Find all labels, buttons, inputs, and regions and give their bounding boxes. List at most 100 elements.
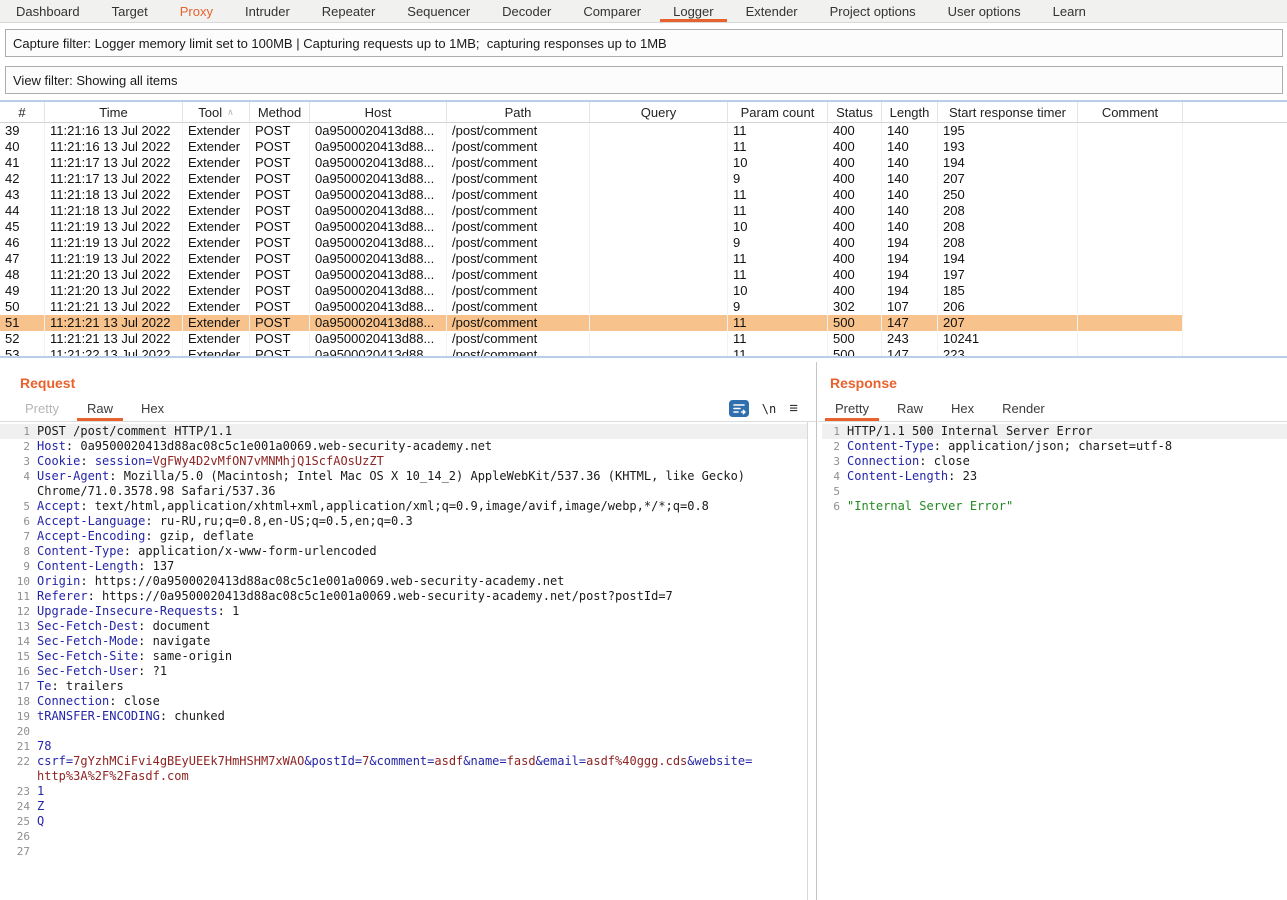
table-cell[interactable]: [590, 219, 728, 235]
table-cell[interactable]: POST: [250, 219, 310, 235]
table-cell[interactable]: 42: [0, 171, 45, 187]
table-cell[interactable]: [590, 123, 728, 139]
table-cell[interactable]: POST: [250, 251, 310, 267]
column-header-status[interactable]: Status: [828, 102, 882, 122]
table-cell[interactable]: Extender: [183, 267, 250, 283]
table-cell[interactable]: [590, 155, 728, 171]
table-cell[interactable]: 0a9500020413d88...: [310, 267, 447, 283]
column-header-host[interactable]: Host: [310, 102, 447, 122]
table-cell[interactable]: 400: [828, 219, 882, 235]
tab-user-options[interactable]: User options: [932, 0, 1037, 22]
table-cell[interactable]: /post/comment: [447, 251, 590, 267]
tab-logger[interactable]: Logger: [657, 0, 729, 22]
table-cell[interactable]: POST: [250, 139, 310, 155]
table-cell[interactable]: 194: [938, 251, 1078, 267]
table-cell[interactable]: 49: [0, 283, 45, 299]
table-cell[interactable]: [590, 171, 728, 187]
tab-comparer[interactable]: Comparer: [567, 0, 657, 22]
table-cell[interactable]: [590, 187, 728, 203]
table-cell[interactable]: 140: [882, 187, 938, 203]
table-cell[interactable]: Extender: [183, 155, 250, 171]
table-cell[interactable]: POST: [250, 299, 310, 315]
table-cell[interactable]: 400: [828, 235, 882, 251]
column-header-time[interactable]: Time: [45, 102, 183, 122]
tab-decoder[interactable]: Decoder: [486, 0, 567, 22]
table-cell[interactable]: 302: [828, 299, 882, 315]
table-cell[interactable]: [1078, 267, 1183, 283]
table-cell[interactable]: Extender: [183, 139, 250, 155]
table-cell[interactable]: 208: [938, 219, 1078, 235]
table-cell[interactable]: 208: [938, 235, 1078, 251]
tab-learn[interactable]: Learn: [1037, 0, 1102, 22]
table-cell[interactable]: 11:21:21 13 Jul 2022: [45, 331, 183, 347]
table-cell[interactable]: 11: [728, 139, 828, 155]
request-editor[interactable]: 1POST /post/comment HTTP/1.12Host: 0a950…: [0, 422, 808, 900]
table-cell[interactable]: /post/comment: [447, 283, 590, 299]
table-cell[interactable]: [590, 331, 728, 347]
table-cell[interactable]: 11:21:21 13 Jul 2022: [45, 315, 183, 331]
table-cell[interactable]: 400: [828, 187, 882, 203]
table-cell[interactable]: 207: [938, 315, 1078, 331]
table-cell[interactable]: Extender: [183, 235, 250, 251]
table-cell[interactable]: 500: [828, 315, 882, 331]
tab-render[interactable]: Render: [988, 396, 1059, 421]
table-cell[interactable]: 0a9500020413d88...: [310, 187, 447, 203]
table-cell[interactable]: 11: [728, 203, 828, 219]
table-cell[interactable]: POST: [250, 123, 310, 139]
table-cell[interactable]: POST: [250, 155, 310, 171]
table-cell[interactable]: 400: [828, 283, 882, 299]
table-cell[interactable]: 0a9500020413d88...: [310, 155, 447, 171]
table-cell[interactable]: 193: [938, 139, 1078, 155]
table-cell[interactable]: 50: [0, 299, 45, 315]
table-cell[interactable]: 140: [882, 171, 938, 187]
newline-toggle-icon[interactable]: \n: [762, 402, 776, 416]
table-cell[interactable]: /post/comment: [447, 299, 590, 315]
table-cell[interactable]: /post/comment: [447, 203, 590, 219]
table-row[interactable]: 4611:21:19 13 Jul 2022ExtenderPOST0a9500…: [0, 235, 1183, 251]
table-cell[interactable]: [1078, 171, 1183, 187]
table-cell[interactable]: [590, 347, 728, 358]
table-cell[interactable]: 11: [728, 347, 828, 358]
table-cell[interactable]: 11:21:19 13 Jul 2022: [45, 251, 183, 267]
table-cell[interactable]: POST: [250, 187, 310, 203]
table-cell[interactable]: 400: [828, 267, 882, 283]
table-cell[interactable]: 43: [0, 187, 45, 203]
table-cell[interactable]: [1078, 155, 1183, 171]
table-cell[interactable]: [590, 267, 728, 283]
table-cell[interactable]: 41: [0, 155, 45, 171]
table-cell[interactable]: Extender: [183, 251, 250, 267]
table-cell[interactable]: POST: [250, 315, 310, 331]
table-cell[interactable]: 11:21:18 13 Jul 2022: [45, 203, 183, 219]
column-header-method[interactable]: Method: [250, 102, 310, 122]
column-header-path[interactable]: Path: [447, 102, 590, 122]
table-cell[interactable]: /post/comment: [447, 267, 590, 283]
table-cell[interactable]: [1078, 347, 1183, 358]
table-cell[interactable]: 11:21:19 13 Jul 2022: [45, 219, 183, 235]
table-cell[interactable]: 53: [0, 347, 45, 358]
table-cell[interactable]: [1078, 251, 1183, 267]
table-cell[interactable]: [1078, 235, 1183, 251]
table-cell[interactable]: Extender: [183, 331, 250, 347]
table-cell[interactable]: 51: [0, 315, 45, 331]
table-cell[interactable]: 11: [728, 187, 828, 203]
table-cell[interactable]: 0a9500020413d88...: [310, 251, 447, 267]
table-cell[interactable]: 194: [882, 235, 938, 251]
table-cell[interactable]: 11:21:16 13 Jul 2022: [45, 139, 183, 155]
column-header-length[interactable]: Length: [882, 102, 938, 122]
table-cell[interactable]: Extender: [183, 283, 250, 299]
table-row[interactable]: 4511:21:19 13 Jul 2022ExtenderPOST0a9500…: [0, 219, 1183, 235]
table-row[interactable]: 4811:21:20 13 Jul 2022ExtenderPOST0a9500…: [0, 267, 1183, 283]
table-cell[interactable]: 10: [728, 155, 828, 171]
table-cell[interactable]: 11:21:21 13 Jul 2022: [45, 299, 183, 315]
table-cell[interactable]: 400: [828, 251, 882, 267]
table-row[interactable]: 4411:21:18 13 Jul 2022ExtenderPOST0a9500…: [0, 203, 1183, 219]
column-header-start-response-timer[interactable]: Start response timer: [938, 102, 1078, 122]
tab-repeater[interactable]: Repeater: [306, 0, 391, 22]
table-cell[interactable]: /post/comment: [447, 315, 590, 331]
table-cell[interactable]: 0a9500020413d88...: [310, 235, 447, 251]
table-cell[interactable]: 500: [828, 331, 882, 347]
table-cell[interactable]: 147: [882, 347, 938, 358]
table-cell[interactable]: [1078, 187, 1183, 203]
table-cell[interactable]: 11: [728, 267, 828, 283]
column-header-tool[interactable]: Tool∧: [183, 102, 250, 122]
